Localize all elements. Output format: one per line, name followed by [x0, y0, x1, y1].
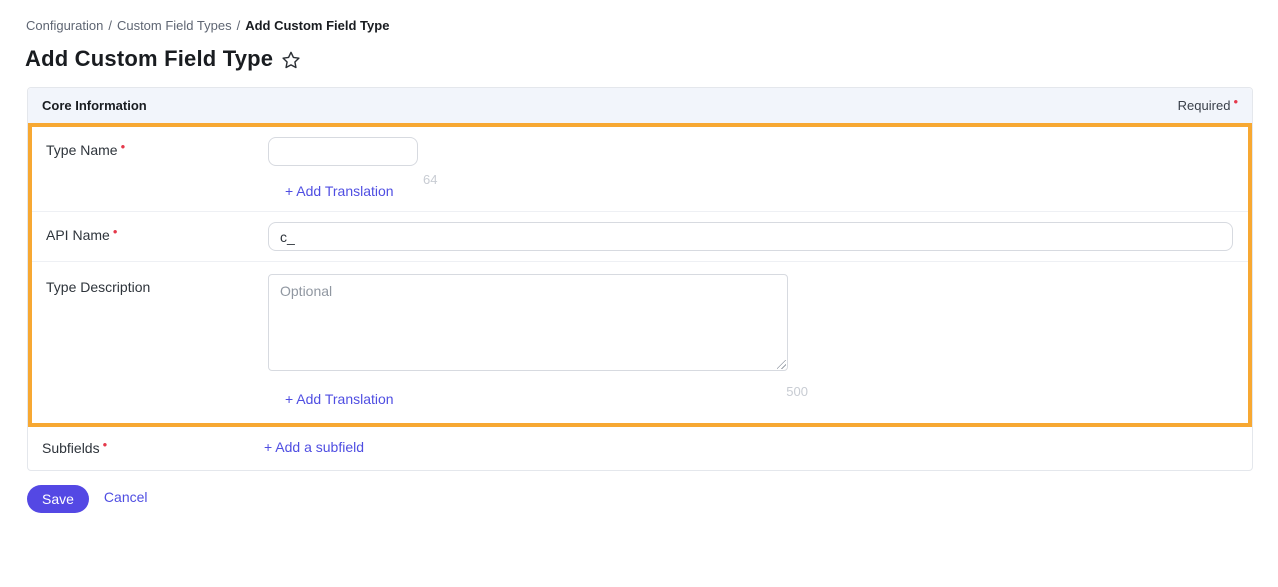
- page-title: Add Custom Field Type: [25, 46, 273, 72]
- api-name-input[interactable]: [268, 222, 1233, 251]
- subfields-label: Subfields•: [42, 439, 264, 457]
- type-description-content: 500 + Add Translation: [268, 274, 1234, 409]
- required-legend: Required•: [1178, 98, 1238, 113]
- required-dot-icon: •: [113, 224, 118, 239]
- core-information-card: Core Information Required• Type Name• 64…: [27, 87, 1253, 471]
- type-name-row: Type Name• 64 + Add Translation: [32, 127, 1248, 211]
- breadcrumb-separator: /: [108, 18, 112, 33]
- breadcrumb-current: Add Custom Field Type: [245, 18, 389, 33]
- type-description-textarea[interactable]: [268, 274, 788, 371]
- cancel-link[interactable]: Cancel: [104, 489, 148, 505]
- add-subfield-link[interactable]: + Add a subfield: [264, 439, 364, 455]
- type-name-char-counter: 64: [423, 172, 437, 187]
- required-dot-icon: •: [121, 139, 126, 154]
- breadcrumb-configuration[interactable]: Configuration: [26, 18, 103, 33]
- favorite-star-icon[interactable]: [281, 50, 301, 70]
- breadcrumb-custom-field-types[interactable]: Custom Field Types: [117, 18, 232, 33]
- required-dot-icon: •: [1233, 94, 1238, 109]
- api-name-label: API Name•: [46, 222, 268, 251]
- type-name-content: 64 + Add Translation: [268, 137, 1234, 201]
- api-name-row: API Name•: [32, 211, 1248, 261]
- type-name-label: Type Name•: [46, 137, 268, 201]
- type-description-char-counter: 500: [268, 384, 808, 399]
- card-header: Core Information Required•: [28, 88, 1252, 123]
- page: Configuration / Custom Field Types / Add Cus…: [0, 18, 1278, 587]
- save-button[interactable]: Save: [27, 485, 89, 513]
- card-header-title: Core Information: [42, 98, 147, 113]
- add-translation-link[interactable]: + Add Translation: [285, 183, 394, 199]
- type-description-row: Type Description 500 + Add Translation: [32, 261, 1248, 423]
- subfields-row: Subfields• + Add a subfield: [28, 427, 1252, 470]
- breadcrumb-separator: /: [237, 18, 241, 33]
- type-description-label: Type Description: [46, 274, 268, 409]
- required-dot-icon: •: [103, 437, 108, 452]
- form-actions: Save Cancel: [27, 485, 1278, 513]
- title-row: Add Custom Field Type: [25, 46, 1278, 72]
- type-name-input[interactable]: [268, 137, 418, 166]
- subfields-content: + Add a subfield: [264, 439, 1238, 457]
- breadcrumb: Configuration / Custom Field Types / Add Cus…: [26, 18, 1278, 33]
- api-name-content: [268, 222, 1234, 251]
- highlighted-field-group: Type Name• 64 + Add Translation API Name…: [28, 123, 1252, 427]
